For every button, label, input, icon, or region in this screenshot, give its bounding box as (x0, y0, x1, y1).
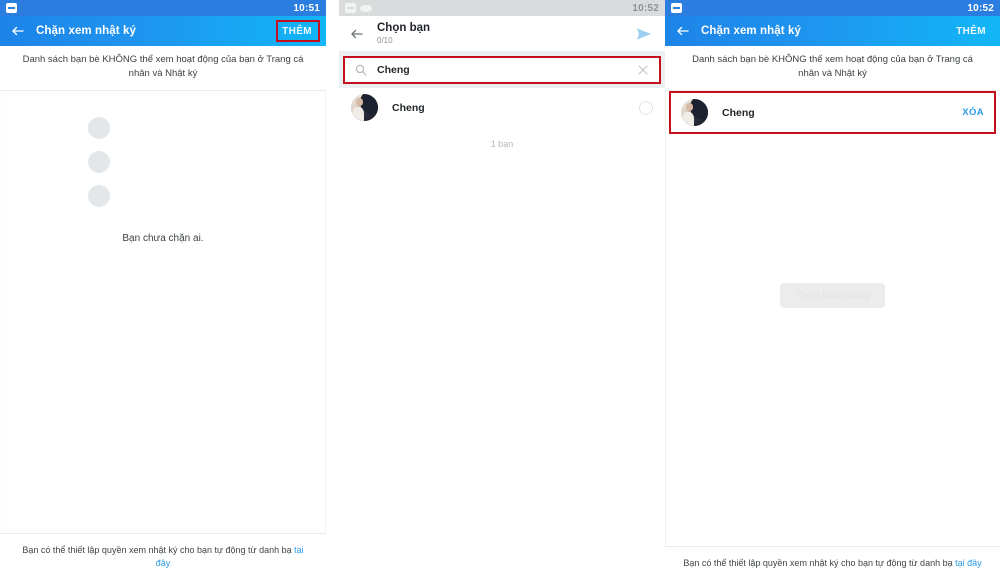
app-bar: Chặn xem nhật ký THÊM (0, 16, 326, 46)
skeleton-avatar (88, 151, 110, 173)
search-strip: Cheng (339, 52, 665, 88)
delete-button[interactable]: XÓA (962, 107, 984, 118)
app-bar: Chặn xem nhật ký THÊM (665, 16, 1000, 46)
search-input[interactable]: Cheng (343, 56, 661, 84)
avatar (351, 94, 378, 121)
screenshot-stage: 10:51 Chặn xem nhật ký THÊM Danh sách bạ… (0, 0, 1000, 578)
status-bar-icons (345, 3, 372, 13)
skeleton-row (88, 151, 238, 173)
panel-gap (326, 0, 339, 578)
skeleton-row (88, 117, 238, 139)
footer-note-text: Bạn có thể thiết lập quyền xem nhật ký c… (22, 545, 295, 555)
add-button[interactable]: THÊM (952, 23, 990, 40)
skeleton-avatar (88, 117, 110, 139)
selection-counter: 0/10 (377, 35, 393, 45)
select-radio[interactable] (639, 100, 653, 115)
back-arrow-icon[interactable] (349, 26, 365, 42)
list-item[interactable]: Cheng (339, 88, 665, 127)
empty-state: Bạn chưa chặn ai. (0, 91, 326, 244)
footer-note: Bạn có thể thiết lập quyền xem nhật ký c… (0, 533, 326, 578)
app-bar: Chọn bạn 0/10 (339, 16, 665, 52)
page-title: Chặn xem nhật ký (701, 25, 802, 37)
avatar (681, 99, 708, 126)
notification-icon (345, 3, 356, 13)
description-text: Danh sách bạn bè KHÔNG thể xem hoạt động… (665, 46, 1000, 91)
page-title: Chọn bạn (377, 21, 431, 34)
friend-name: Cheng (392, 101, 425, 114)
page-title: Chặn xem nhật ký (36, 25, 137, 37)
blocked-list: Cheng XÓA (665, 91, 1000, 134)
footer-note: Bạn có thể thiết lập quyền xem nhật ký c… (665, 546, 1000, 578)
friend-list: Cheng 1 bạn (339, 88, 665, 578)
status-bar: 10:52 (665, 0, 1000, 16)
panel-choose-friends: 10:52 Chọn bạn 0/10 Cheng Cheng 1 bạn (339, 0, 665, 578)
skeleton-placeholder (88, 117, 238, 219)
status-bar-icons (6, 3, 17, 13)
friend-name: Cheng (722, 106, 755, 119)
skeleton-avatar (88, 185, 110, 207)
status-bar: 10:51 (0, 0, 326, 16)
clear-icon[interactable] (637, 64, 649, 76)
description-text: Danh sách bạn bè KHÔNG thể xem hoạt động… (0, 46, 326, 91)
empty-state-text: Bạn chưa chặn ai. (122, 233, 204, 244)
status-bar-clock: 10:51 (293, 2, 320, 14)
add-button[interactable]: THÊM (278, 23, 316, 40)
status-bar-clock: 10:52 (632, 2, 659, 14)
back-arrow-icon[interactable] (10, 23, 26, 39)
status-bar-icons (671, 3, 682, 13)
footer-note-text: Bạn có thể thiết lập quyền xem nhật ký c… (683, 558, 956, 568)
notification-icon (671, 3, 682, 13)
footer-note-link[interactable]: tại đây (955, 558, 982, 568)
search-icon (355, 64, 367, 76)
title-block: Chọn bạn 0/10 (377, 22, 430, 46)
toast-message: Thêm thành công (779, 283, 886, 308)
send-icon[interactable] (633, 23, 655, 45)
status-bar: 10:52 (339, 0, 665, 16)
notification-icon (6, 3, 17, 13)
panel-blocked-list-empty: 10:51 Chặn xem nhật ký THÊM Danh sách bạ… (0, 0, 326, 578)
table-row[interactable]: Cheng XÓA (669, 91, 996, 134)
back-arrow-icon[interactable] (675, 23, 691, 39)
panel-blocked-list-added: 10:52 Chặn xem nhật ký THÊM Danh sách bạ… (665, 0, 1000, 578)
status-bar-clock: 10:52 (967, 2, 994, 14)
message-icon (360, 4, 372, 12)
search-input-value: Cheng (377, 64, 410, 76)
friend-count: 1 bạn (339, 127, 665, 149)
skeleton-row (88, 185, 238, 207)
